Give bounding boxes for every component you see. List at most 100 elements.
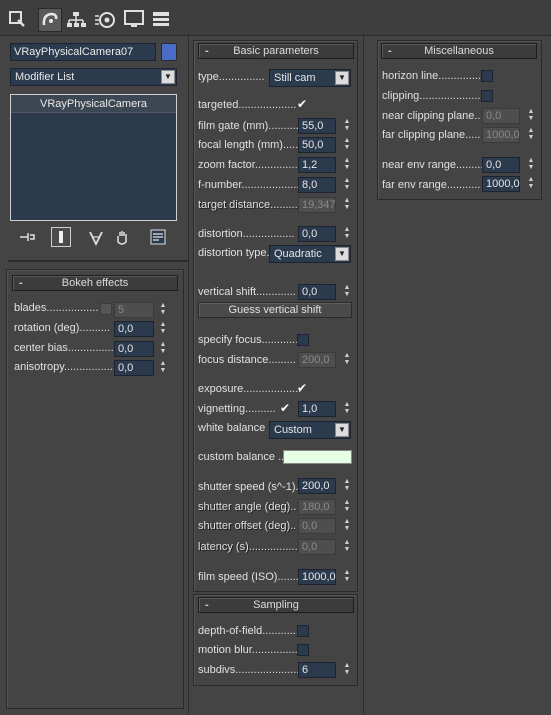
shutter-angle-spinner[interactable]: 180,0 <box>298 499 336 515</box>
specify-focus-checkbox[interactable] <box>297 334 309 346</box>
create-tab-icon[interactable] <box>8 10 30 32</box>
vignetting-checkmark[interactable]: ✔ <box>280 402 292 414</box>
vertical-shift-spinner[interactable]: 0,0 <box>298 284 336 300</box>
bokeh-effects-rollout <box>6 269 184 709</box>
distortion-spinner-arrows[interactable]: ▲ ▼ <box>343 226 351 242</box>
shutter-speed-spinner[interactable]: 200,0 <box>298 478 336 494</box>
show-end-result-icon[interactable] <box>51 227 71 247</box>
film-speed-spinner-arrows[interactable]: ▲ ▼ <box>343 569 351 585</box>
focus-distance-spinner-arrows[interactable]: ▲ ▼ <box>343 352 351 368</box>
vignetting-spinner-arrows[interactable]: ▲ ▼ <box>343 401 351 417</box>
shutter-speed-label: shutter speed (s^-1). <box>198 481 299 493</box>
distortion-spinner[interactable]: 0,0 <box>298 226 336 242</box>
near-env-range-spinner[interactable]: 0,0 <box>482 157 520 173</box>
modifier-list-value: Modifier List <box>15 71 75 83</box>
modifier-list-dropdown[interactable]: Modifier List ▼ <box>10 68 177 86</box>
depth-of-field-checkbox[interactable] <box>297 625 309 637</box>
remove-modifier-icon[interactable] <box>114 230 130 246</box>
shutter-speed-spinner-arrows[interactable]: ▲ ▼ <box>343 478 351 494</box>
shutter-offset-label: shutter offset (deg).. <box>198 520 297 532</box>
hierarchy-tab-icon[interactable] <box>66 10 88 32</box>
target-distance-spinner-arrows[interactable]: ▲ ▼ <box>343 197 351 213</box>
clipping-checkbox[interactable] <box>481 90 493 102</box>
shutter-offset-spinner-arrows[interactable]: ▲ ▼ <box>343 518 351 534</box>
targeted-checkmark[interactable]: ✔ <box>297 98 309 110</box>
pin-stack-icon[interactable] <box>18 230 36 244</box>
zoom-factor-label: zoom factor............... <box>198 159 301 171</box>
subdivs-spinner[interactable]: 6 <box>298 662 336 678</box>
modifier-stack-item[interactable]: VRayPhysicalCamera <box>11 95 176 113</box>
latency-spinner-arrows[interactable]: ▲ ▼ <box>343 539 351 555</box>
blades-spinner[interactable]: 5 <box>114 302 154 318</box>
zoom-factor-spinner[interactable]: 1,2 <box>298 157 336 173</box>
rotation-spinner-arrows[interactable]: ▲ ▼ <box>159 321 167 337</box>
object-name-field[interactable]: VRayPhysicalCamera07 <box>10 43 156 61</box>
configure-modifier-sets-icon[interactable] <box>150 229 166 245</box>
near-clipping-plane-spinner[interactable]: 0,0 <box>482 108 520 124</box>
custom-balance-swatch[interactable] <box>283 450 352 464</box>
specify-focus-label: specify focus............ <box>198 334 299 346</box>
subdivs-spinner-arrows[interactable]: ▲ ▼ <box>343 662 351 678</box>
chevron-down-icon: ▼ <box>335 423 349 437</box>
object-color-swatch[interactable] <box>161 43 177 61</box>
focal-length-spinner-arrows[interactable]: ▲ ▼ <box>343 137 351 153</box>
bokeh-effects-header[interactable]: - Bokeh effects <box>12 275 178 291</box>
make-unique-icon[interactable] <box>88 230 104 247</box>
focal-length-spinner[interactable]: 50,0 <box>298 137 336 153</box>
film-gate-spinner-arrows[interactable]: ▲ ▼ <box>343 118 351 134</box>
shutter-angle-spinner-arrows[interactable]: ▲ ▼ <box>343 499 351 515</box>
sampling-header[interactable]: - Sampling <box>198 597 354 613</box>
basic-parameters-header[interactable]: - Basic parameters <box>198 43 354 59</box>
shutter-offset-spinner[interactable]: 0,0 <box>298 518 336 534</box>
display-tab-icon[interactable] <box>124 10 146 32</box>
horizon-line-label: horizon line.............. <box>382 70 482 82</box>
exposure-checkmark[interactable]: ✔ <box>297 382 309 394</box>
distortion-type-dropdown[interactable]: Quadratic ▼ <box>269 245 351 263</box>
guess-vertical-shift-button[interactable]: Guess vertical shift <box>198 302 352 318</box>
anisotropy-spinner[interactable]: 0,0 <box>114 360 154 376</box>
vertical-shift-spinner-arrows[interactable]: ▲ ▼ <box>343 284 351 300</box>
far-clipping-plane-spinner[interactable]: 1000,0 <box>482 127 520 143</box>
horizon-line-checkbox[interactable] <box>481 70 493 82</box>
near-clipping-plane-spinner-arrows[interactable]: ▲ ▼ <box>527 108 535 124</box>
f-number-label: f-number.................... <box>198 179 303 191</box>
motion-tab-icon[interactable] <box>94 10 116 32</box>
subdivs-label: subdivs...................... <box>198 664 303 676</box>
utilities-tab-icon[interactable] <box>152 10 174 32</box>
far-env-range-spinner[interactable]: 1000,0 <box>482 176 520 192</box>
blades-checkbox[interactable] <box>100 303 112 315</box>
latency-spinner[interactable]: 0,0 <box>298 539 336 555</box>
distortion-type-label: distortion type. <box>198 247 270 259</box>
modifier-stack[interactable]: VRayPhysicalCamera <box>10 94 177 221</box>
miscellaneous-header[interactable]: - Miscellaneous <box>381 43 537 59</box>
center-bias-spinner-arrows[interactable]: ▲ ▼ <box>159 341 167 357</box>
rotation-spinner[interactable]: 0,0 <box>114 321 154 337</box>
white-balance-dropdown[interactable]: Custom ▼ <box>269 421 351 439</box>
anisotropy-spinner-arrows[interactable]: ▲ ▼ <box>159 360 167 376</box>
motion-blur-checkbox[interactable] <box>297 644 309 656</box>
vertical-shift-label: vertical shift............. <box>198 286 296 298</box>
target-distance-spinner[interactable]: 19,347 <box>298 197 336 213</box>
exposure-label: exposure................... <box>198 383 302 395</box>
target-distance-label: target distance......... <box>198 199 298 211</box>
near-env-range-spinner-arrows[interactable]: ▲ ▼ <box>527 157 535 173</box>
zoom-factor-spinner-arrows[interactable]: ▲ ▼ <box>343 157 351 173</box>
vignetting-spinner[interactable]: 1,0 <box>298 401 336 417</box>
near-clipping-plane-label: near clipping plane.. <box>382 110 481 122</box>
film-speed-label: film speed (ISO)....... <box>198 571 299 583</box>
modify-tab-icon[interactable] <box>38 8 62 32</box>
focus-distance-spinner[interactable]: 200,0 <box>298 352 336 368</box>
chevron-down-icon: ▼ <box>335 71 349 85</box>
blades-spinner-arrows[interactable]: ▲ ▼ <box>159 302 167 318</box>
f-number-spinner-arrows[interactable]: ▲ ▼ <box>343 177 351 193</box>
far-env-range-spinner-arrows[interactable]: ▲ ▼ <box>527 176 535 192</box>
white-balance-value: Custom <box>274 424 312 436</box>
type-dropdown[interactable]: Still cam ▼ <box>269 69 351 87</box>
f-number-spinner[interactable]: 8,0 <box>298 177 336 193</box>
far-clipping-plane-spinner-arrows[interactable]: ▲ ▼ <box>527 127 535 143</box>
rollout-title: Basic parameters <box>233 45 319 57</box>
anisotropy-label: anisotropy................. <box>14 361 116 373</box>
film-gate-spinner[interactable]: 55,0 <box>298 118 336 134</box>
center-bias-spinner[interactable]: 0,0 <box>114 341 154 357</box>
film-speed-spinner[interactable]: 1000,0 <box>298 569 336 585</box>
